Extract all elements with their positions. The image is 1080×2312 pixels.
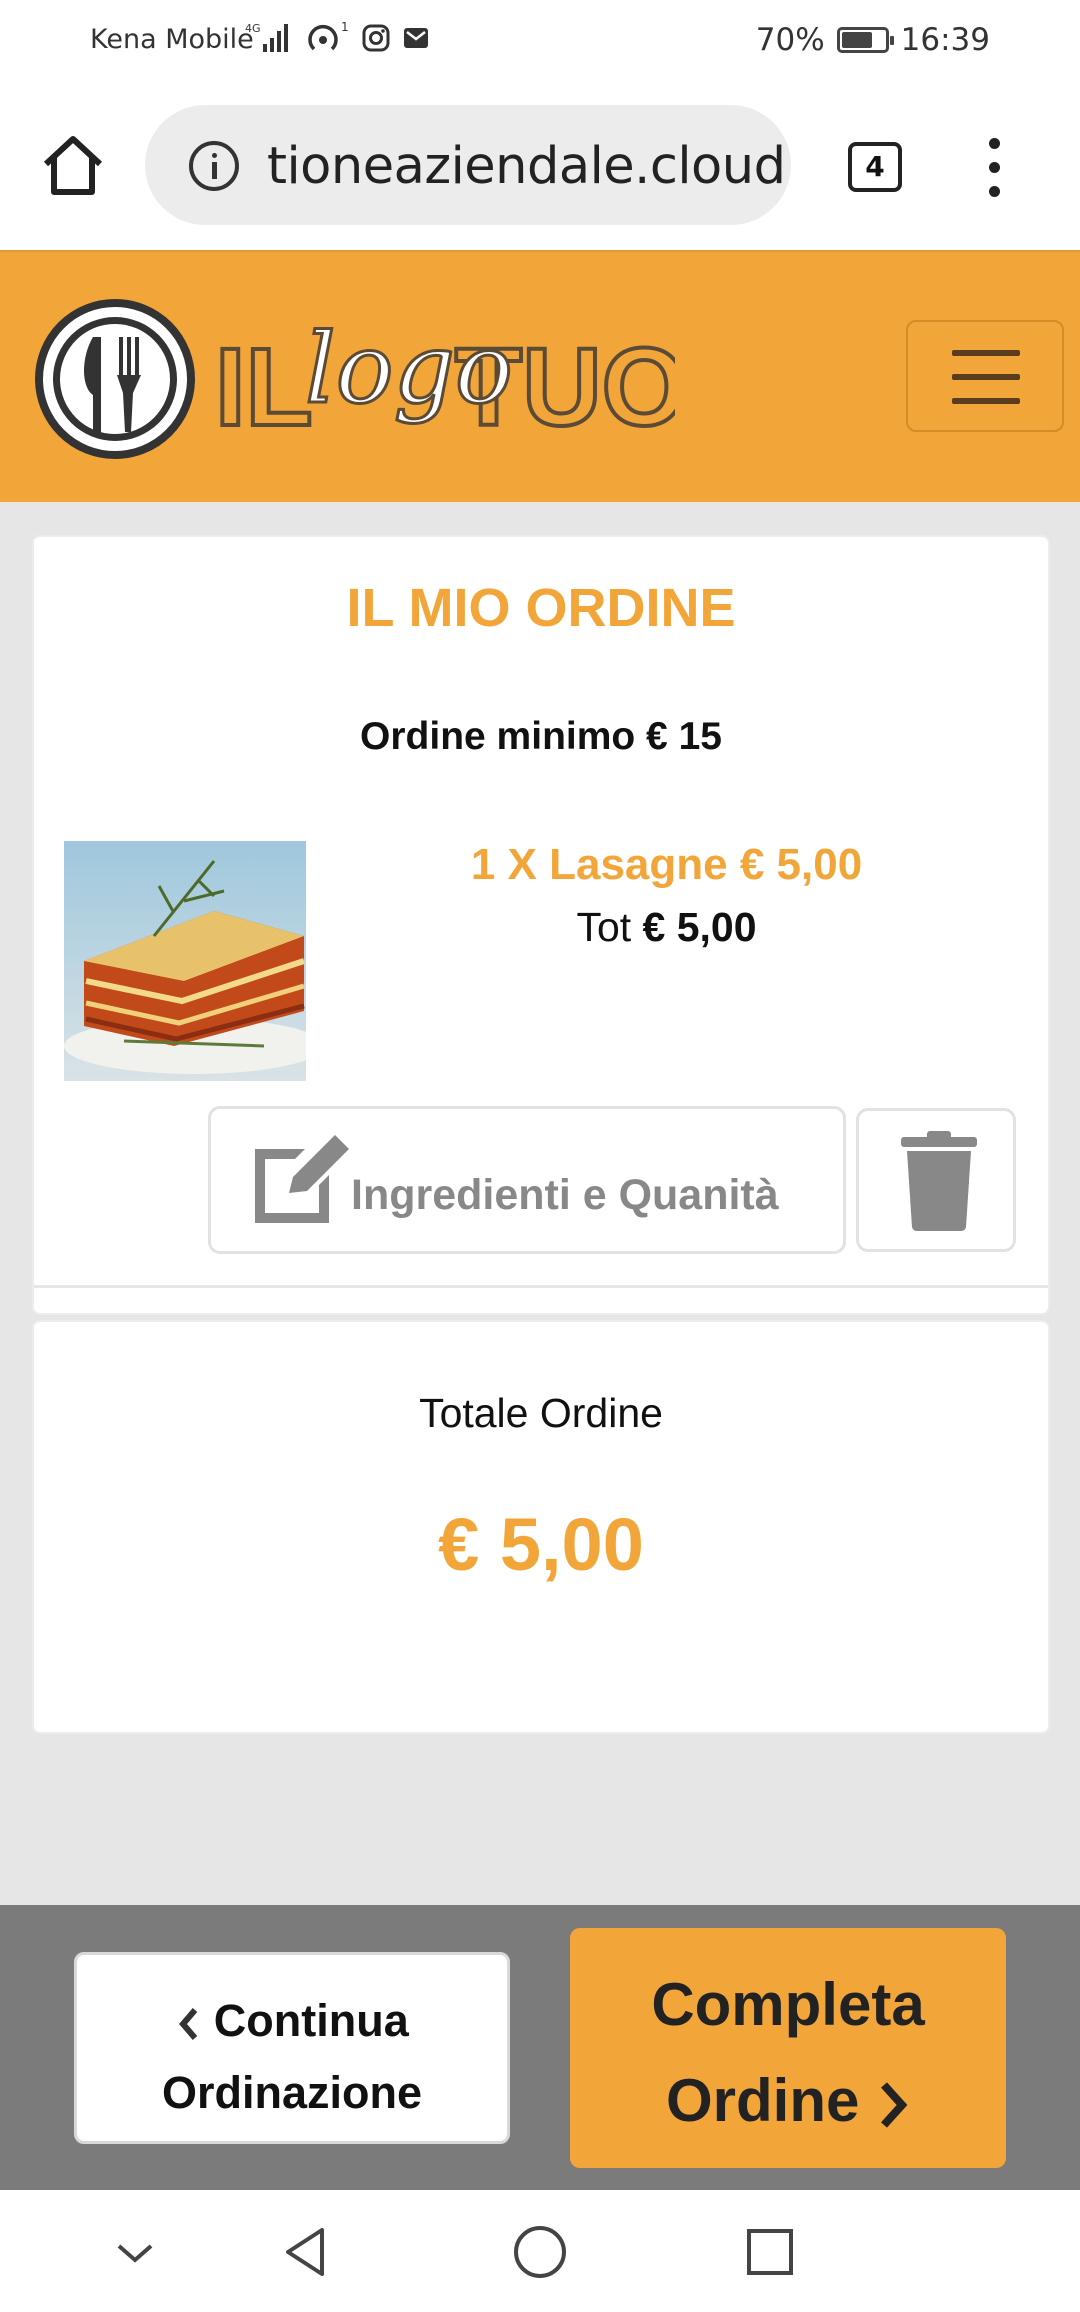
hotspot-icon: 1 [308, 20, 349, 51]
clock: 16:39 [900, 22, 990, 58]
site-logo[interactable]: IL TUO logo [35, 297, 675, 462]
order-title: IL MIO ORDINE [346, 578, 736, 638]
info-icon[interactable] [189, 141, 239, 191]
continue-label-2: Ordinazione [161, 2067, 423, 2118]
chevron-right-icon [881, 2082, 908, 2128]
tabs-icon[interactable]: 4 [848, 142, 902, 192]
browser-toolbar: tioneaziendale.cloud 4 [0, 80, 1080, 250]
min-order-text: Ordine minimo € 15 [360, 715, 722, 758]
home-circle-icon[interactable] [510, 2222, 570, 2282]
tab-count: 4 [865, 150, 885, 183]
hamburger-icon[interactable] [906, 320, 1064, 432]
checkout-action-bar: Continua Ordinazione Completa Ordine [0, 1905, 1080, 2190]
complete-order-button[interactable]: Completa Ordine [570, 1928, 1006, 2168]
instagram-icon [362, 24, 390, 52]
order-item-line: 1 X Lasagne € 5,00 [470, 840, 863, 889]
order-total-card: Totale Ordine € 5,00 [32, 1320, 1050, 1734]
lasagne-image [64, 841, 306, 1081]
total-label: Totale Ordine [419, 1390, 663, 1436]
status-right: 70% 16:39 [756, 22, 990, 58]
total-value: € 5,00 [438, 1503, 644, 1586]
collapse-icon[interactable] [105, 2222, 165, 2282]
address-bar[interactable]: tioneaziendale.cloud [145, 105, 791, 225]
edit-ingredients-label: Ingredienti e Quanità [351, 1171, 779, 1219]
trash-icon [901, 1131, 977, 1231]
network-badge: 4G [245, 22, 261, 35]
complete-label-1: Completa [651, 1971, 925, 2038]
logo-word-il: IL [215, 326, 313, 449]
signal-icon: 4G [245, 22, 288, 52]
item-total-value: € 5,00 [642, 904, 757, 950]
edit-icon [255, 1135, 349, 1223]
recents-icon[interactable] [740, 2222, 800, 2282]
continue-ordering-button[interactable]: Continua Ordinazione [74, 1952, 510, 2144]
chevron-left-icon [179, 2008, 198, 2041]
site-header: IL TUO logo [0, 250, 1080, 502]
complete-label-2: Ordine [665, 2067, 860, 2134]
mail-icon [404, 28, 428, 48]
status-bar: Kena Mobile 4G 1 70% 16:39 [0, 0, 1080, 80]
hotspot-badge: 1 [341, 20, 349, 34]
card-divider [34, 1285, 1048, 1288]
order-item-total: Tot € 5,00 [334, 904, 999, 951]
home-icon[interactable] [38, 130, 108, 200]
logo-script: logo [305, 313, 513, 425]
system-nav-bar [0, 2190, 1080, 2312]
status-icons: 4G 1 [245, 20, 431, 56]
battery-percent: 70% [755, 22, 825, 58]
item-total-label: Tot [576, 904, 632, 950]
continue-label-1: Continua [213, 1995, 409, 2046]
edit-ingredients-button[interactable]: Ingredienti e Quanità [208, 1106, 846, 1254]
order-card: IL MIO ORDINE Ordine minimo € 15 1 X Las… [32, 535, 1050, 1315]
delete-item-button[interactable] [856, 1108, 1016, 1252]
url-text[interactable]: tioneaziendale.cloud [267, 137, 786, 196]
carrier-label: Kena Mobile [90, 24, 254, 55]
more-icon[interactable] [985, 138, 1005, 198]
back-icon[interactable] [278, 2222, 338, 2282]
battery-icon [836, 27, 894, 53]
